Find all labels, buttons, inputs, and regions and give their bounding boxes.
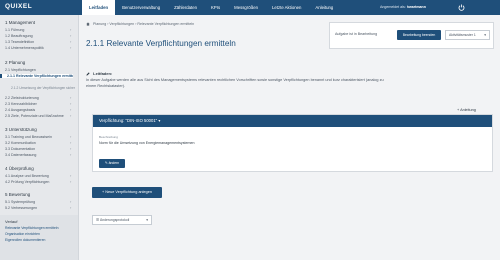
chevron-right-icon: › xyxy=(70,33,72,38)
main-nav: Leitfaden Benutzerverwaltung Zählerdaten… xyxy=(82,0,340,15)
sidebar-item-teamdefinition[interactable]: 1.3 Teamdefinition xyxy=(5,40,75,44)
add-obligation-button[interactable]: + Neue Verpflichtung anlegen xyxy=(92,187,162,198)
breadcrumb-verpflichtungen[interactable]: Verpflichtungen xyxy=(109,22,134,26)
chevron-down-icon: ▾ xyxy=(158,118,161,123)
finish-task-button[interactable]: Bearbeitung beenden xyxy=(397,30,441,40)
chevron-right-icon: › xyxy=(70,107,72,112)
chevron-right-icon: › xyxy=(70,101,72,106)
top-navigation-bar: QUIXEL Leitfaden Benutzerverwaltung Zähl… xyxy=(0,0,500,15)
sidebar-item-relevante-verpflichtungen[interactable]: 2.1.1 Relevante Verpflichtungen ermittel… xyxy=(0,74,73,78)
nav-benutzerverwaltung[interactable]: Benutzerverwaltung xyxy=(115,0,167,15)
sidebar-item-pruefung[interactable]: 4.2 Prüfung Verpflichtungen xyxy=(5,180,75,184)
task-status-panel: Aufgabe ist in Bearbeitung Bearbeitung b… xyxy=(329,22,494,49)
sidebar: 1 Management 1.1 Führung › 1.2 Beauftrag… xyxy=(0,15,79,260)
chevron-right-icon: › xyxy=(70,113,72,118)
user-prefix: Angemeldet als: xyxy=(380,5,406,9)
nav-messgroessen[interactable]: Messgrößen xyxy=(227,0,265,15)
sidebar-item-dokumentation[interactable]: 3.3 Dokumentation xyxy=(5,147,75,151)
edit-button[interactable]: ✎ ändern xyxy=(99,159,125,168)
history-item[interactable]: Eigenrollen dokumentieren xyxy=(5,238,45,242)
description-label: Beschreibung xyxy=(99,135,118,139)
sidebar-item-verbesserungen[interactable]: 5.2 Verbesserungen xyxy=(5,206,75,210)
sidebar-item-beauftragung[interactable]: 1.2 Beauftragung xyxy=(5,34,75,38)
obligation-title: Verpflichtung: "DIN-ISO 50001" ▾ xyxy=(99,115,160,127)
home-icon[interactable] xyxy=(86,22,90,26)
nav-letzte-aktionen[interactable]: Letzte Aktionen xyxy=(265,0,308,15)
sidebar-item-fuehrung[interactable]: 1.1 Führung xyxy=(5,28,75,32)
app-logo: QUIXEL xyxy=(5,3,33,10)
sidebar-item-ziele-potenziale[interactable]: 2.5 Ziele, Potenziale und Maßnahme xyxy=(5,114,75,118)
chevron-down-icon: ▾ xyxy=(484,33,486,37)
chevron-right-icon: › xyxy=(70,179,72,184)
guide-heading: Leitfaden: xyxy=(86,71,112,76)
chevron-right-icon: › xyxy=(70,27,72,32)
sidebar-item-kennzahlbildner[interactable]: 2.3 Kennzahlbildner xyxy=(5,102,75,106)
breadcrumb-current: Relevante Verpflichtungen ermitteln xyxy=(137,22,195,26)
chevron-right-icon: › xyxy=(70,152,72,157)
sidebar-item-systempruefung[interactable]: 5.1 Systemprüfung xyxy=(5,200,75,204)
history-item[interactable]: Relevante Verpflichtungen ermitteln xyxy=(5,226,59,230)
logged-in-user: Angemeldet als: hwartmann xyxy=(380,0,426,15)
breadcrumb-planung[interactable]: Planung xyxy=(93,22,106,26)
chevron-right-icon: › xyxy=(70,134,72,139)
chevron-right-icon: › xyxy=(70,173,72,178)
nav-zaehlerdaten[interactable]: Zählerdaten xyxy=(167,0,204,15)
chevron-right-icon: › xyxy=(70,39,72,44)
sidebar-item-ausgangsbasis[interactable]: 2.4 Ausgangsbasis xyxy=(5,108,75,112)
chevron-right-icon: › xyxy=(70,45,72,50)
nav-kpis[interactable]: KPIs xyxy=(204,0,227,15)
main-content: Planung › Verpflichtungen › Relevante Ve… xyxy=(79,15,500,260)
obligation-card-header[interactable]: Verpflichtung: "DIN-ISO 50001" ▾ xyxy=(93,115,492,127)
section-ueberpruefung[interactable]: 4 Überprüfung xyxy=(5,166,34,171)
guide-text: In dieser Aufgabe werden alle aus Sicht … xyxy=(86,78,384,88)
anleitung-toggle[interactable]: + Anleitung xyxy=(457,108,476,112)
sidebar-item-analyse[interactable]: 4.1 Analyse und Bewertung xyxy=(5,174,75,178)
activity-select-value: Aktivitätsmuster 1 xyxy=(449,33,476,37)
guide-heading-text: Leitfaden: xyxy=(93,71,113,76)
chevron-right-icon: › xyxy=(70,146,72,151)
page-title: 2.1.1 Relevante Verpflichtungen ermittel… xyxy=(86,39,236,48)
user-name: hwartmann xyxy=(406,5,426,9)
chevron-right-icon: › xyxy=(70,95,72,100)
power-icon[interactable] xyxy=(458,4,465,11)
chevron-right-icon: › xyxy=(70,205,72,210)
sidebar-item-training[interactable]: 3.1 Training und Bewusstsein xyxy=(5,135,75,139)
breadcrumb: Planung › Verpflichtungen › Relevante Ve… xyxy=(86,22,194,26)
nav-leitfaden[interactable]: Leitfaden xyxy=(82,0,116,15)
obligation-card: Verpflichtung: "DIN-ISO 50001" ▾ Beschre… xyxy=(92,114,493,172)
change-log-select-value: Änderungsprotokoll xyxy=(99,218,130,222)
section-unterstuetzung[interactable]: 3 Unterstützung xyxy=(5,127,37,132)
section-management[interactable]: 1 Management xyxy=(5,20,35,25)
history-panel: Verlauf Relevante Verpflichtungen ermitt… xyxy=(0,215,78,260)
change-log-select[interactable]: ☰ Änderungsprotokoll ▾ xyxy=(92,215,152,225)
chevron-right-icon: › xyxy=(70,140,72,145)
chevron-right-icon: › xyxy=(70,199,72,204)
obligation-title-text: Verpflichtung: "DIN-ISO 50001" xyxy=(99,118,158,123)
chevron-down-icon: ▾ xyxy=(146,218,148,222)
history-item[interactable]: Organisation einrichten xyxy=(5,232,40,236)
sidebar-item-umsetzung-verpflichtungen[interactable]: 2.1.2 Umsetzung der Verpflichtungen sich… xyxy=(11,86,75,90)
section-planung[interactable]: 2 Planung xyxy=(5,60,25,65)
sidebar-item-verpflichtungen[interactable]: 2.1 Verpflichtungen xyxy=(5,68,75,72)
sidebar-item-kommunikation[interactable]: 3.2 Kommunikation xyxy=(5,141,75,145)
sidebar-item-datenerfassung[interactable]: 3.4 Datenerfassung xyxy=(5,153,75,157)
task-status-label: Aufgabe ist in Bearbeitung xyxy=(335,32,378,36)
sidebar-item-zielstrukturierung[interactable]: 2.2 Zielstrukturierung xyxy=(5,96,75,100)
section-bewertung[interactable]: 5 Bewertung xyxy=(5,192,30,197)
description-value: Norm für die Umsetzung von Energiemanage… xyxy=(99,141,195,145)
history-title: Verlauf xyxy=(5,219,18,224)
sidebar-item-unternehmenspolitik[interactable]: 1.4 Unternehmenspolitik xyxy=(5,46,75,50)
edit-button-label: ändern xyxy=(108,161,120,165)
nav-anleitung[interactable]: Anleitung xyxy=(308,0,340,15)
pencil-icon xyxy=(86,72,90,76)
activity-select[interactable]: Aktivitätsmuster 1 ▾ xyxy=(445,30,490,40)
